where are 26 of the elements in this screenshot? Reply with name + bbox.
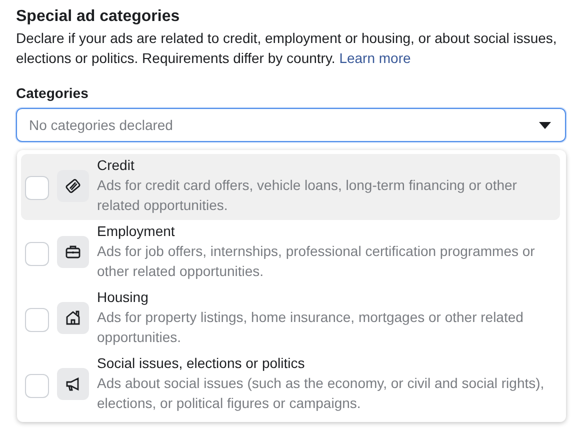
option-title: Employment: [97, 222, 176, 241]
categories-dropdown[interactable]: No categories declared: [16, 108, 566, 142]
learn-more-link[interactable]: Learn more: [339, 50, 411, 66]
checkbox[interactable]: [25, 374, 49, 398]
category-option[interactable]: Credit Ads for credit card offers, vehicle loans, long-term financing or other related opportunities.: [21, 154, 560, 220]
section-heading: Special ad categories: [16, 7, 181, 27]
category-option[interactable]: Housing Ads for property listings, home insurance, mortgages or other related opportunities.: [21, 286, 560, 352]
caret-icon: [539, 122, 551, 128]
option-description: Ads for job offers, internships, professional certification programmes or other related opportunities.: [97, 242, 536, 281]
checkbox[interactable]: [25, 176, 49, 200]
house-icon: [57, 302, 89, 334]
option-title: Social issues, elections or politics: [97, 354, 306, 373]
credit-card-icon: [57, 170, 89, 202]
option-description: Ads for credit card offers, vehicle loans, long-term financing or other related opportunities.: [97, 176, 518, 215]
category-option[interactable]: Social issues, elections or politics Ads about social issues (such as the economy, or civil and social rights), elections, or political figures or campaigns.: [21, 352, 560, 418]
category-option[interactable]: Employment Ads for job offers, internships, professional certification programmes or other related opportunities.: [21, 220, 560, 286]
checkbox[interactable]: [25, 242, 49, 266]
option-title: Housing: [97, 288, 150, 307]
option-title: Credit: [97, 156, 136, 175]
option-description: Ads about social issues (such as the economy, or civil and social rights), elections, or political figures or campaigns.: [97, 374, 546, 413]
option-description: Ads for property listings, home insurance, mortgages or other related opportunities.: [97, 308, 524, 347]
briefcase-icon: [57, 236, 89, 268]
description-text: Declare if your ads are related to credit, employment or housing, or about social issues, elections or politics. Requirements differ by country. Learn more: [16, 29, 558, 68]
checkbox[interactable]: [25, 308, 49, 332]
field-label: Categories: [16, 84, 90, 102]
megaphone-icon: [57, 368, 89, 400]
